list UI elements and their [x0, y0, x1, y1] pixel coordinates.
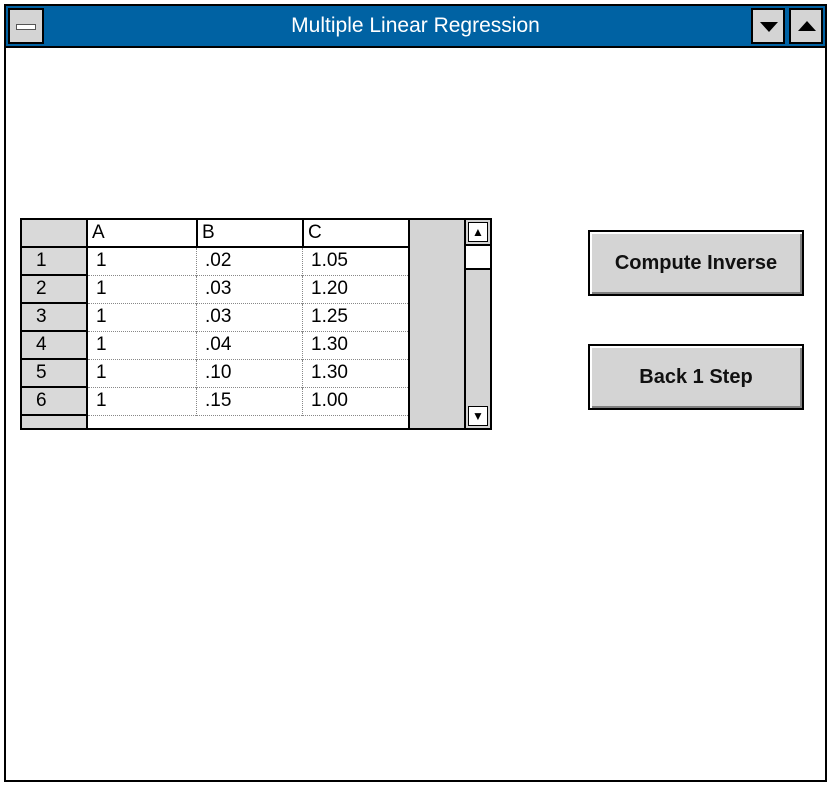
- grid-cell[interactable]: 1: [88, 276, 196, 304]
- row-header-5[interactable]: 5: [22, 360, 88, 388]
- grid-cell[interactable]: .03: [196, 304, 302, 332]
- grid-cell[interactable]: 1: [88, 388, 196, 416]
- row-header-2[interactable]: 2: [22, 276, 88, 304]
- minimize-icon[interactable]: [751, 8, 785, 44]
- grid-cell[interactable]: 1: [88, 332, 196, 360]
- row-header-4[interactable]: 4: [22, 332, 88, 360]
- grid-cell[interactable]: 1.00: [302, 388, 408, 416]
- column-header-c[interactable]: C: [302, 220, 408, 248]
- grid-cell[interactable]: 1.30: [302, 360, 408, 388]
- column-header-a[interactable]: A: [88, 220, 196, 248]
- compute-inverse-button[interactable]: Compute Inverse: [588, 230, 804, 296]
- grid-cell[interactable]: 1.25: [302, 304, 408, 332]
- grid-cell[interactable]: 1.20: [302, 276, 408, 304]
- row-header-1[interactable]: 1: [22, 248, 88, 276]
- grid-cell[interactable]: .15: [196, 388, 302, 416]
- grid-empty-area: [408, 220, 464, 428]
- grid-cell[interactable]: .10: [196, 360, 302, 388]
- row-header-partial: [22, 416, 88, 428]
- vertical-scrollbar[interactable]: ▲ ▼: [464, 220, 490, 428]
- data-grid[interactable]: ▲ ▼ A B C 1 1.02 1.05 2 1.03 1.20 3 1.03 1.25 4 1.04 1…: [20, 218, 492, 430]
- row-header-3[interactable]: 3: [22, 304, 88, 332]
- grid-corner-cell: [22, 220, 88, 248]
- grid-cell[interactable]: 1: [88, 360, 196, 388]
- grid-cell[interactable]: .03: [196, 276, 302, 304]
- grid-cell[interactable]: 1.30: [302, 332, 408, 360]
- back-1-step-button[interactable]: Back 1 Step: [588, 344, 804, 410]
- scroll-down-arrow-icon[interactable]: ▼: [468, 406, 488, 426]
- grid-cell[interactable]: .02: [196, 248, 302, 276]
- maximize-icon[interactable]: [789, 8, 823, 44]
- row-header-6[interactable]: 6: [22, 388, 88, 416]
- grid-cell[interactable]: 1: [88, 248, 196, 276]
- grid-cell[interactable]: .04: [196, 332, 302, 360]
- column-header-b[interactable]: B: [196, 220, 302, 248]
- application-window: Multiple Linear Regression ▲ ▼ A B C 1 1.02 1…: [4, 4, 827, 782]
- title-bar: Multiple Linear Regression: [6, 6, 825, 48]
- scroll-up-arrow-icon[interactable]: ▲: [468, 222, 488, 242]
- scroll-thumb[interactable]: [466, 244, 490, 270]
- window-title: Multiple Linear Regression: [291, 14, 540, 37]
- grid-cell[interactable]: 1.05: [302, 248, 408, 276]
- grid-cell[interactable]: 1: [88, 304, 196, 332]
- system-menu-icon[interactable]: [8, 8, 44, 44]
